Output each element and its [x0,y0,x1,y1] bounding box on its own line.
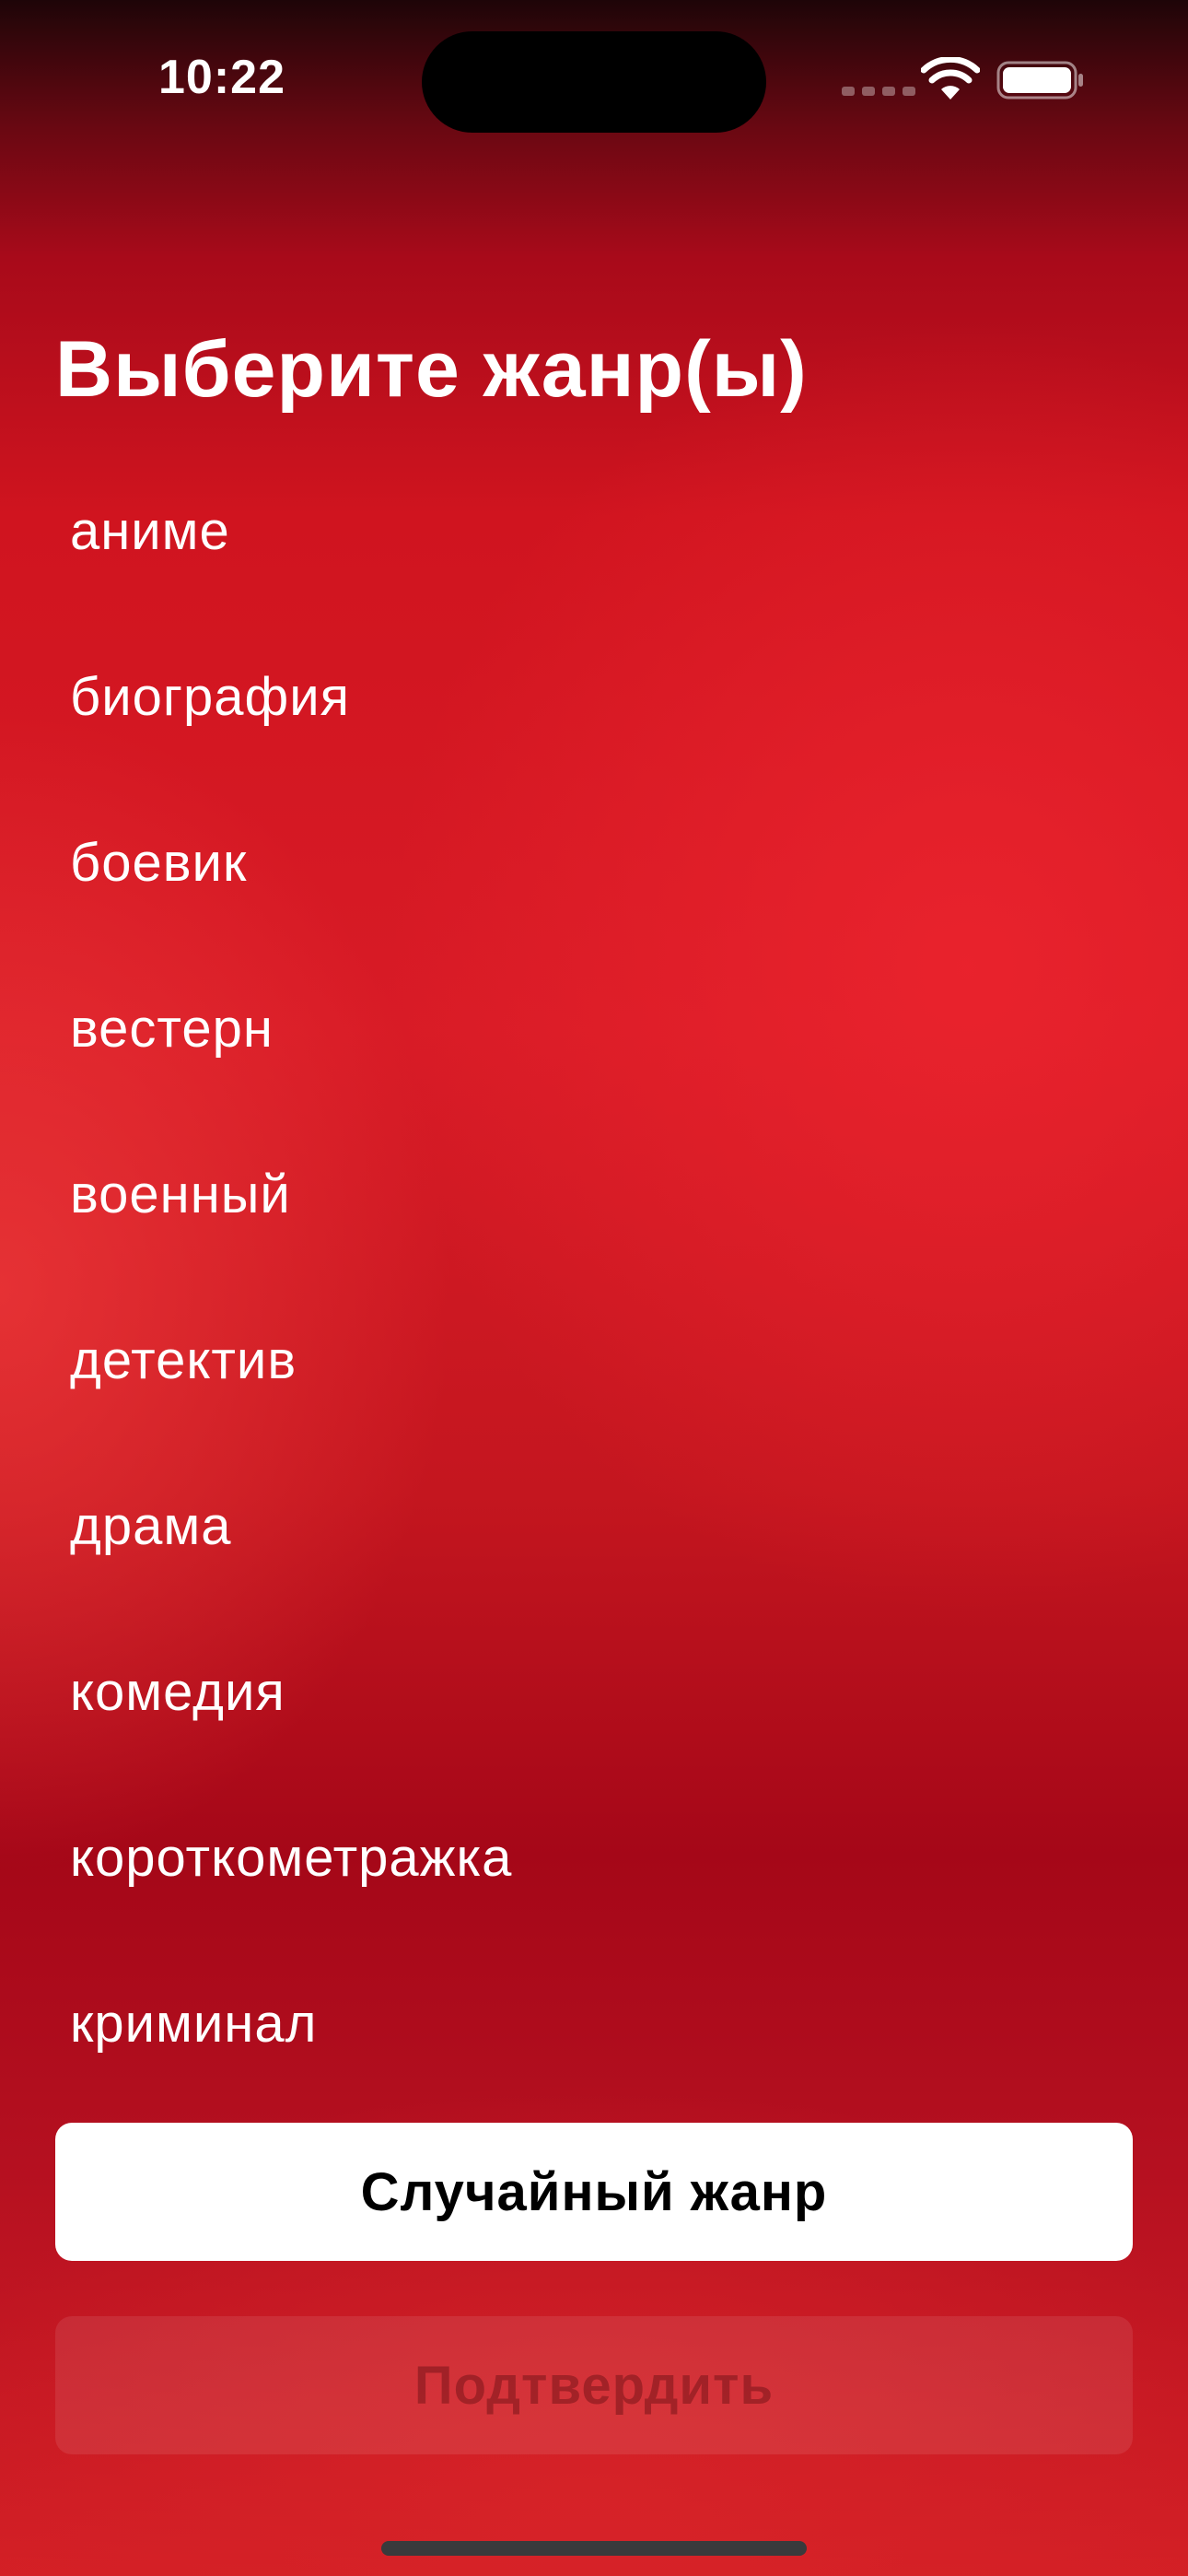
signal-icon [842,87,915,96]
genre-item-anime[interactable]: аниме [0,448,1188,614]
genre-item-detective[interactable]: детектив [0,1277,1188,1443]
status-time: 10:22 [158,51,285,104]
genre-item-biography[interactable]: биография [0,614,1188,779]
wifi-icon [921,57,980,100]
genre-selection-screen: 10:22 Выберите жанр(ы) аниме биография б… [0,0,1188,2576]
genre-item-short-film[interactable]: короткометражка [0,1774,1188,1940]
genre-item-comedy[interactable]: комедия [0,1609,1188,1774]
random-genre-button[interactable]: Случайный жанр [55,2123,1133,2261]
home-indicator[interactable] [381,2541,807,2556]
genre-list: аниме биография боевик вестерн военный д… [0,448,1188,2106]
dynamic-island [422,31,766,133]
genre-item-crime[interactable]: криминал [0,1940,1188,2106]
page-title: Выберите жанр(ы) [55,325,808,414]
genre-item-western[interactable]: вестерн [0,945,1188,1111]
genre-item-drama[interactable]: драма [0,1443,1188,1609]
battery-icon [996,61,1083,100]
genre-item-action[interactable]: боевик [0,779,1188,945]
genre-item-war[interactable]: военный [0,1111,1188,1277]
confirm-button[interactable]: Подтвердить [55,2316,1133,2454]
